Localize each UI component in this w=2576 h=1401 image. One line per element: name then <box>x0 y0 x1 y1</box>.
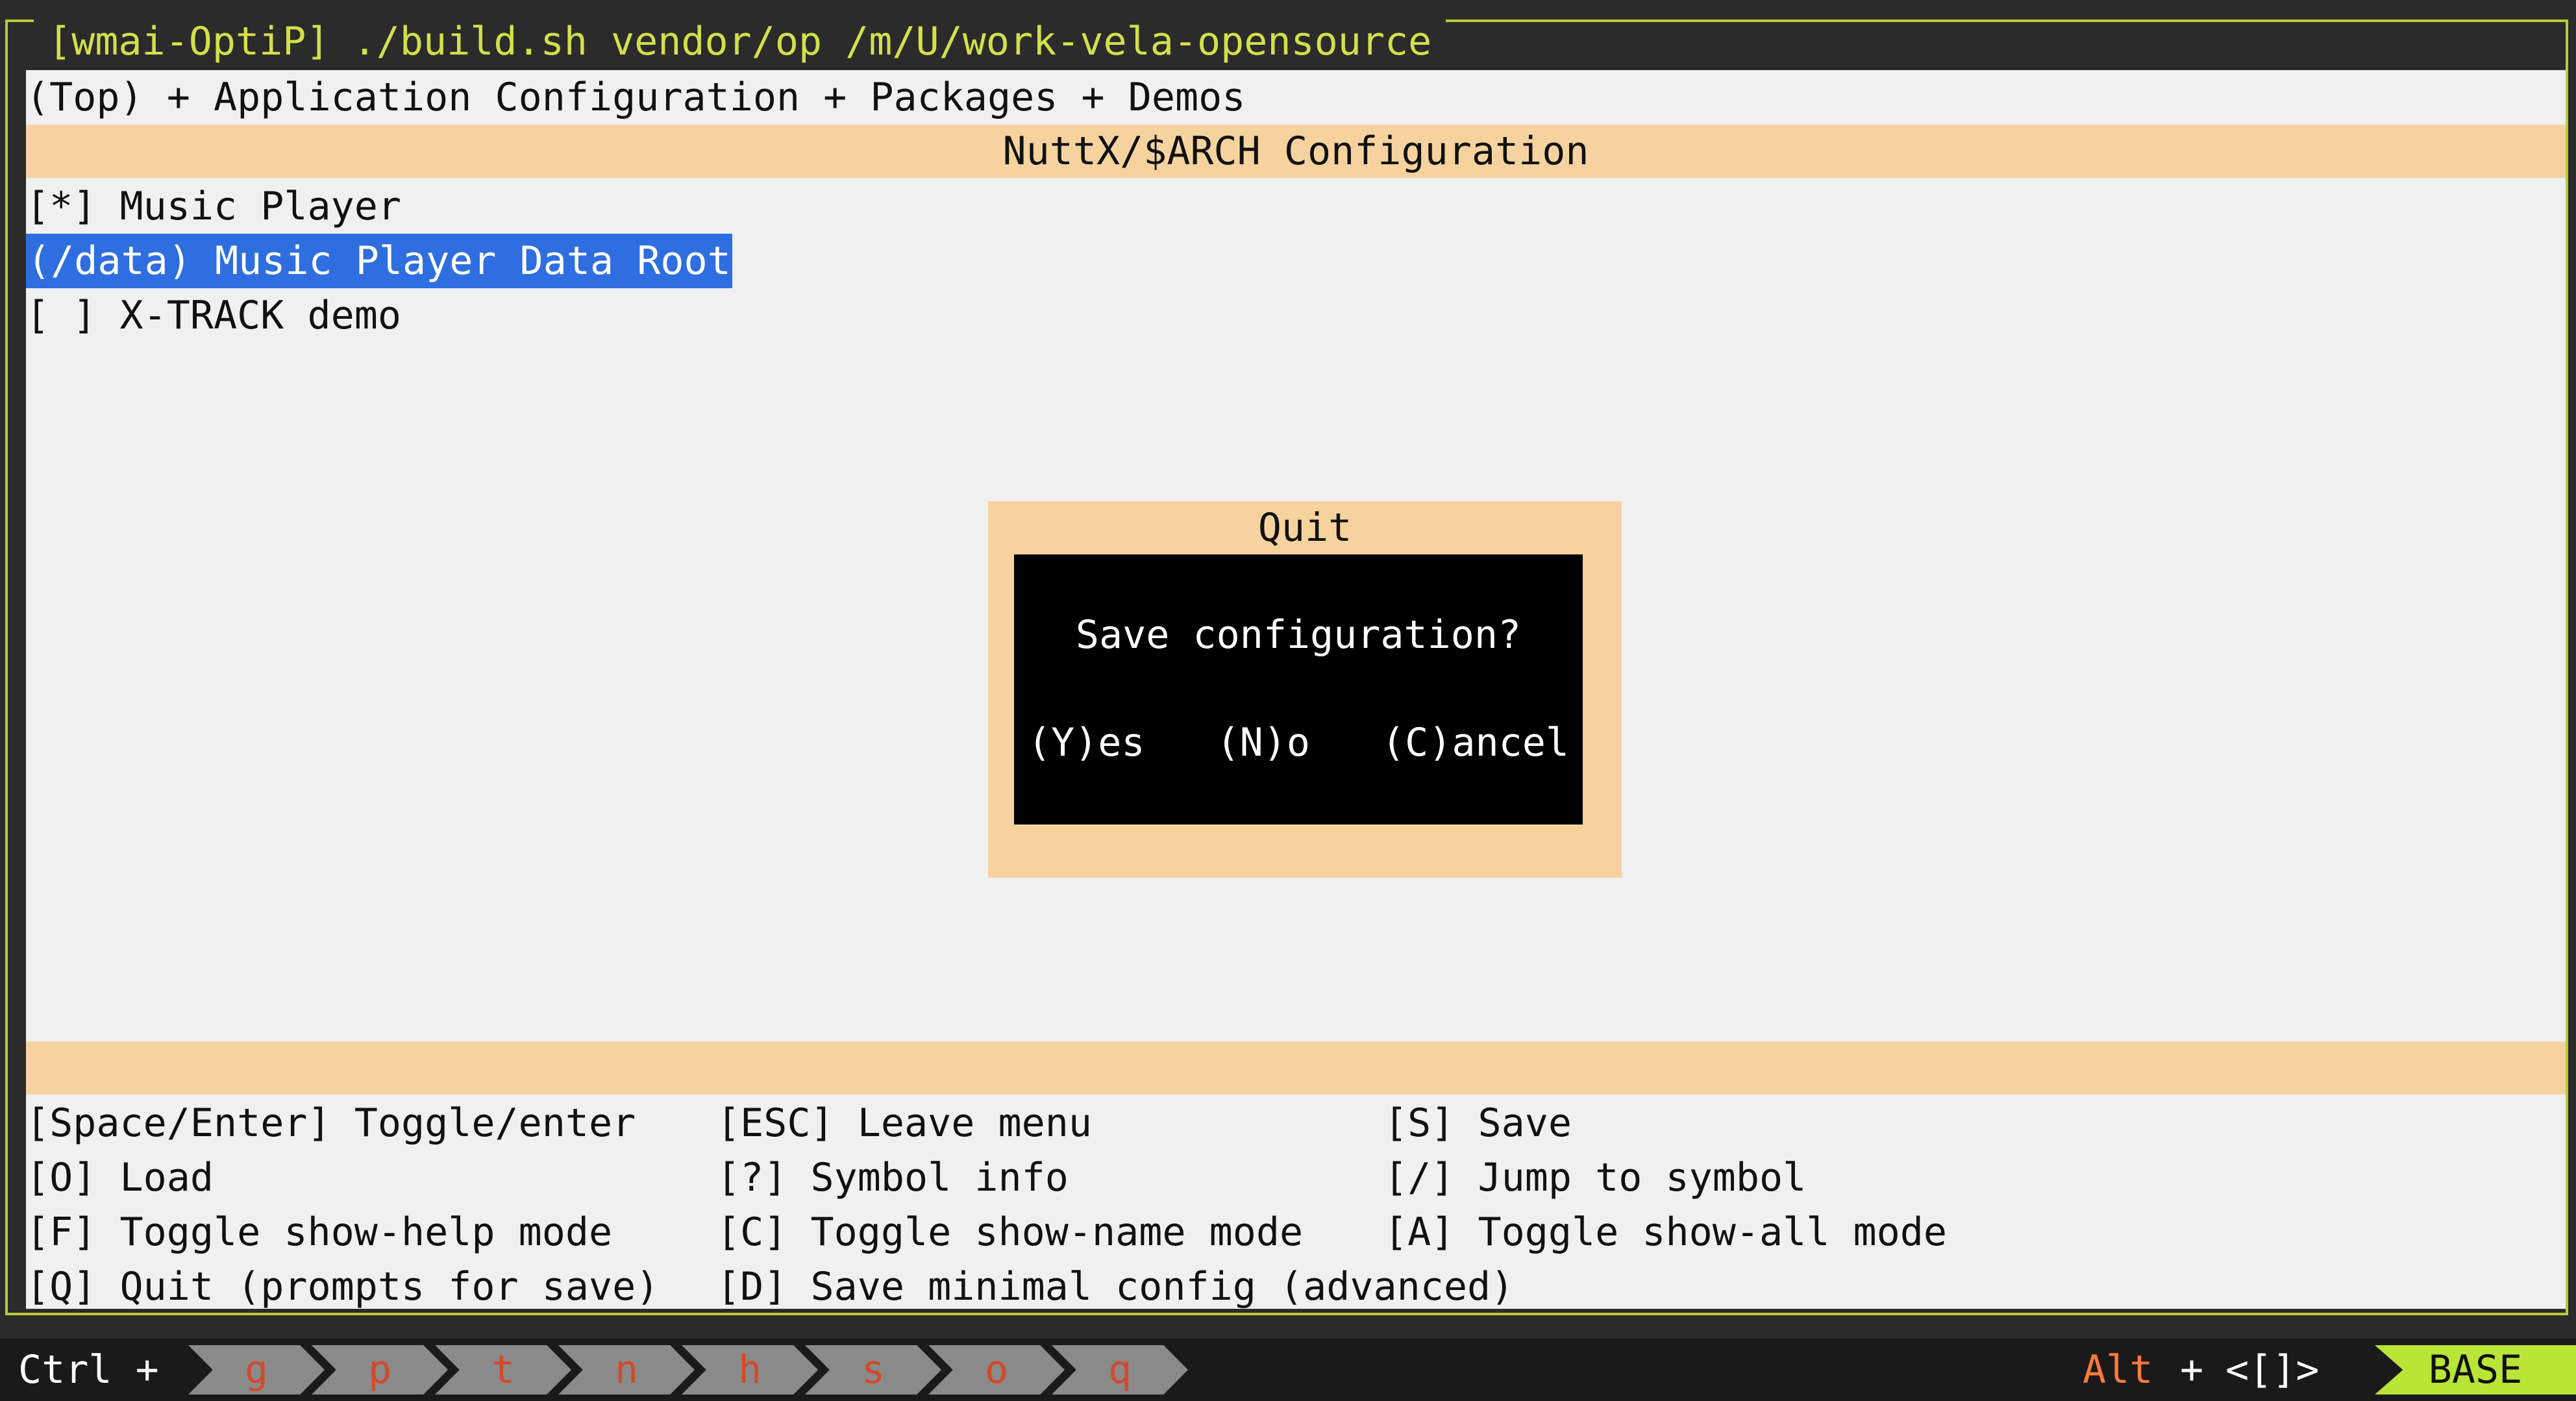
breadcrumb: (Top) + Application Configuration + Pack… <box>26 75 1246 120</box>
alt-label: Alt <box>2083 1347 2153 1393</box>
help-save: [S] Save <box>1384 1100 1572 1146</box>
key-h[interactable]: h <box>682 1345 818 1395</box>
help-toggle-enter: [Space/Enter] Toggle/enter <box>26 1100 636 1146</box>
key-s[interactable]: s <box>805 1345 941 1395</box>
help-save-minimal: [D] Save minimal config (advanced) <box>717 1264 1515 1309</box>
help-symbol-info: [?] Symbol info <box>717 1155 1069 1200</box>
menu-item-xtrack-demo[interactable]: [ ] X-TRACK demo <box>26 288 401 343</box>
yes-button[interactable]: (Y)es <box>1028 715 1145 770</box>
tmux-status-bar: Ctrl + g p t n h s o q Alt + <[]> BASE <box>0 1339 2576 1401</box>
help-separator-band <box>26 1041 2566 1095</box>
help-leave-menu: [ESC] Leave menu <box>717 1100 1092 1146</box>
mode-badge: BASE <box>2375 1345 2576 1395</box>
help-row: [F] Toggle show-help mode [C] Toggle sho… <box>26 1205 2566 1259</box>
terminal-title: [wmai-OptiP] ./build.sh vendor/op /m/U/w… <box>34 18 1446 65</box>
cancel-button[interactable]: (C)ancel <box>1381 715 1569 770</box>
key-o[interactable]: o <box>928 1345 1065 1395</box>
key-n[interactable]: n <box>558 1345 695 1395</box>
help-jump-to-symbol: [/] Jump to symbol <box>1384 1155 1807 1200</box>
quit-dialog-body: Save configuration? (Y)es (N)o (C)ancel <box>1014 554 1583 824</box>
help-row: [O] Load [?] Symbol info [/] Jump to sym… <box>26 1150 2566 1205</box>
help-load: [O] Load <box>26 1155 214 1200</box>
help-quit: [Q] Quit (prompts for save) <box>26 1264 660 1309</box>
help-row: [Q] Quit (prompts for save) [D] Save min… <box>26 1259 2566 1314</box>
quit-dialog-message: Save configuration? <box>1075 612 1522 658</box>
key-g[interactable]: g <box>188 1345 325 1395</box>
help-show-name-mode: [C] Toggle show-name mode <box>717 1209 1304 1255</box>
no-button[interactable]: (N)o <box>1217 715 1311 770</box>
quit-dialog: Quit Save configuration? (Y)es (N)o (C)a… <box>988 501 1622 878</box>
key-p[interactable]: p <box>312 1345 448 1395</box>
quit-dialog-buttons: (Y)es (N)o (C)ancel <box>1014 715 1583 770</box>
key-t[interactable]: t <box>435 1345 571 1395</box>
help-show-all-mode: [A] Toggle show-all mode <box>1384 1209 1947 1255</box>
terminal-frame: [wmai-OptiP] ./build.sh vendor/op /m/U/w… <box>5 18 2568 1315</box>
help-row: [Space/Enter] Toggle/enter [ESC] Leave m… <box>26 1096 2566 1150</box>
menuconfig-screen: (Top) + Application Configuration + Pack… <box>26 70 2566 1309</box>
key-q[interactable]: q <box>1052 1345 1188 1395</box>
mode-indicator: Alt + <[]> BASE <box>2083 1339 2576 1401</box>
quit-dialog-title: Quit <box>1257 505 1352 551</box>
menu-item-music-player[interactable]: [*] Music Player <box>26 179 401 234</box>
alt-keys: <[]> <box>2225 1347 2320 1393</box>
config-title: NuttX/$ARCH Configuration <box>26 125 2566 178</box>
help-show-help-mode: [F] Toggle show-help mode <box>26 1209 613 1255</box>
menu-item-music-data-root[interactable]: (/data) Music Player Data Root <box>26 234 732 288</box>
alt-plus: + <box>2180 1347 2204 1393</box>
ctrl-label: Ctrl + <box>18 1347 159 1393</box>
